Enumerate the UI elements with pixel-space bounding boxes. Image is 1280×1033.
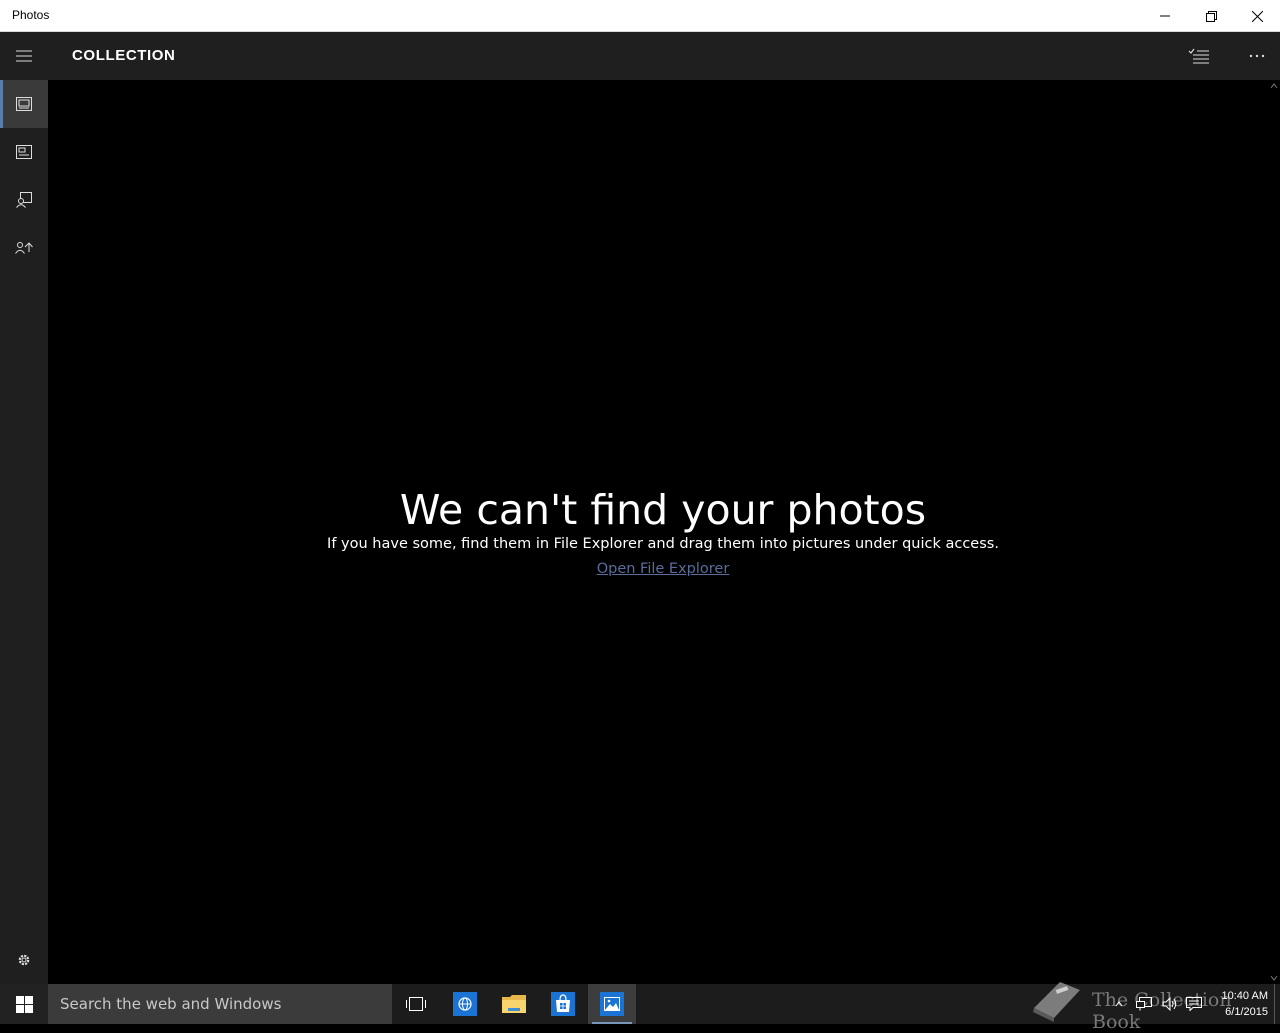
collection-icon [16, 97, 32, 111]
start-button[interactable] [0, 984, 48, 1024]
show-desktop-button[interactable] [1274, 984, 1280, 1024]
network-icon [1136, 997, 1152, 1011]
search-placeholder: Search the web and Windows [60, 995, 282, 1013]
main-content: We can't find your photos If you have so… [48, 80, 1268, 984]
vertical-scrollbar[interactable] [1268, 80, 1280, 984]
photos-icon [600, 992, 624, 1016]
scroll-up-icon[interactable] [1270, 82, 1278, 90]
select-list-icon [1188, 48, 1209, 64]
import-icon [15, 242, 33, 254]
taskbar: Search the web and Windows The Collectio… [0, 982, 1280, 1033]
more-options-button[interactable] [1234, 32, 1280, 80]
select-button[interactable] [1176, 32, 1222, 80]
taskbar-search-box[interactable]: Search the web and Windows [48, 984, 392, 1024]
minimize-button[interactable] [1142, 0, 1188, 32]
app-header: COLLECTION [0, 32, 1280, 80]
empty-state-message: If you have some, find them in File Expl… [327, 536, 999, 552]
title-bar: Photos [0, 0, 1280, 32]
taskbar-edge[interactable] [441, 984, 489, 1024]
taskbar-clock[interactable]: 10:40 AM 6/1/2015 [1206, 988, 1268, 1020]
more-icon [1249, 54, 1265, 58]
page-title: COLLECTION [72, 47, 176, 64]
scroll-down-icon[interactable] [1270, 974, 1278, 982]
volume-icon [1162, 997, 1177, 1011]
open-file-explorer-link[interactable]: Open File Explorer [597, 561, 730, 577]
edge-icon [453, 992, 477, 1016]
sidebar-item-import[interactable] [0, 224, 48, 272]
taskbar-store[interactable] [539, 984, 587, 1024]
chevron-up-icon [1115, 1001, 1123, 1007]
sidebar [0, 80, 48, 984]
clock-date: 6/1/2015 [1225, 1006, 1268, 1018]
empty-state-heading: We can't find your photos [399, 486, 927, 534]
task-view-icon [406, 997, 426, 1011]
minimize-icon [1160, 15, 1170, 17]
file-explorer-icon [502, 995, 526, 1013]
action-center-button[interactable] [1182, 984, 1206, 1024]
clock-time: 10:40 AM [1221, 990, 1268, 1002]
restore-icon [1205, 10, 1217, 22]
notification-icon [1186, 997, 1202, 1011]
gear-icon [18, 954, 30, 966]
albums-icon [16, 145, 32, 159]
close-button[interactable] [1234, 0, 1280, 32]
hamburger-icon [16, 50, 32, 62]
taskbar-photos[interactable] [588, 984, 636, 1024]
settings-button[interactable] [0, 936, 48, 984]
sidebar-item-collection[interactable] [0, 80, 48, 128]
network-tray-button[interactable] [1132, 984, 1156, 1024]
volume-tray-button[interactable] [1158, 984, 1182, 1024]
close-icon [1251, 10, 1263, 22]
windows-logo-icon [15, 995, 33, 1013]
show-hidden-icons-button[interactable] [1110, 984, 1128, 1024]
restore-button[interactable] [1188, 0, 1234, 32]
sidebar-item-people[interactable] [0, 176, 48, 224]
store-icon [551, 992, 575, 1016]
window-title: Photos [12, 8, 50, 22]
hamburger-menu-button[interactable] [0, 32, 48, 80]
taskbar-file-explorer[interactable] [490, 984, 538, 1024]
sidebar-item-albums[interactable] [0, 128, 48, 176]
people-icon [16, 192, 32, 208]
book-logo-icon [1033, 982, 1080, 1022]
task-view-button[interactable] [392, 984, 440, 1024]
